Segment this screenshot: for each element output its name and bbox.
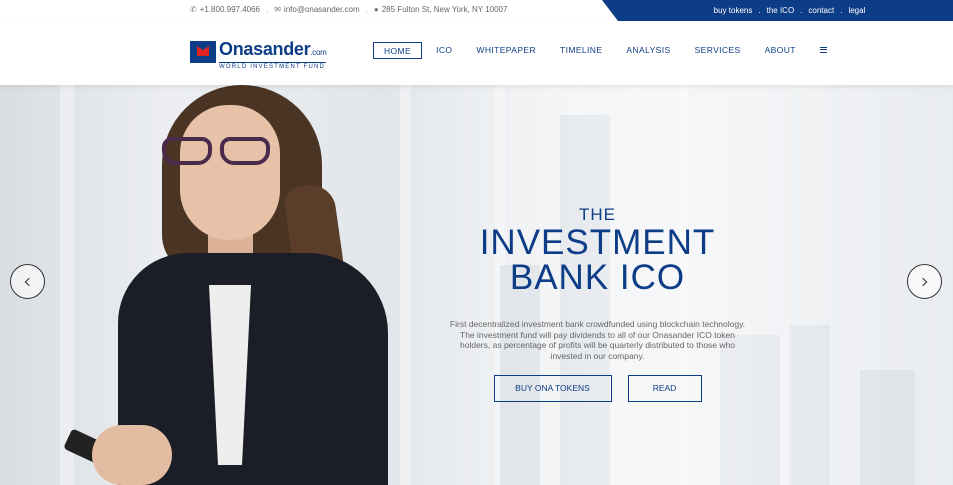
- nav-item-whitepaper[interactable]: WHITEPAPER: [476, 42, 536, 59]
- top-link-buy-tokens[interactable]: buy tokens: [714, 6, 753, 15]
- hero-buttons: BUY ONA TOKENS READ: [440, 375, 755, 402]
- map-marker-icon: ●: [373, 5, 379, 14]
- hamburger-menu-icon: [819, 47, 827, 53]
- hero-content: THE INVESTMENT BANK ICO First decentrali…: [440, 205, 755, 402]
- read-button[interactable]: READ: [627, 375, 702, 402]
- contact-email[interactable]: info@onasander.com: [284, 5, 360, 14]
- nav-item-ico[interactable]: ICO: [436, 42, 452, 59]
- separator-dot: .: [365, 5, 368, 14]
- glasses: [162, 137, 280, 167]
- logo-name: Onasander.com: [219, 39, 327, 61]
- separator-dot: .: [840, 6, 843, 15]
- nav-item-timeline[interactable]: TIMELINE: [560, 42, 602, 59]
- main-nav: HOME ICO WHITEPAPER TIMELINE ANALYSIS SE…: [373, 42, 851, 59]
- hero-description: First decentralized investment bank crow…: [449, 319, 746, 361]
- separator-dot: .: [265, 5, 269, 14]
- hero-title-line2: BANK ICO: [509, 258, 686, 297]
- logo-mark-icon: [190, 41, 216, 63]
- contact-phone[interactable]: +1.800.997.4066: [200, 5, 260, 14]
- top-link-contact[interactable]: contact: [808, 6, 834, 15]
- nav-item-analysis[interactable]: ANALYSIS: [626, 42, 670, 59]
- contact-address: 285 Fulton St, New York, NY 10007: [381, 5, 508, 14]
- hero-woman-image: [40, 85, 400, 485]
- nav-item-services[interactable]: SERVICES: [695, 42, 741, 59]
- nav-item-home[interactable]: HOME: [373, 42, 423, 59]
- phone-icon: ✆: [190, 5, 197, 14]
- nav-item-about[interactable]: ABOUT: [765, 42, 796, 59]
- chevron-left-icon: [24, 277, 34, 286]
- hero-title-line1: INVESTMENT: [479, 223, 716, 262]
- logo-suffix: .com: [310, 48, 327, 57]
- separator-dot: .: [758, 6, 761, 15]
- site-logo[interactable]: Onasander.com WORLD INVESTMENT FUND: [190, 39, 327, 70]
- nav-menu-toggle[interactable]: [819, 42, 827, 59]
- slider-prev-button[interactable]: [10, 264, 45, 299]
- main-header: Onasander.com WORLD INVESTMENT FUND HOME…: [0, 21, 953, 85]
- envelope-icon: ✉: [274, 5, 281, 14]
- chevron-right-icon: [918, 277, 928, 286]
- top-links-bar: buy tokens . the ICO . contact . legal: [602, 0, 953, 21]
- top-link-legal[interactable]: legal: [848, 6, 865, 15]
- top-link-the-ico[interactable]: the ICO: [767, 6, 795, 15]
- hero-slider: THE INVESTMENT BANK ICO First decentrali…: [0, 85, 953, 485]
- contact-info: ✆ +1.800.997.4066 . ✉ info@onasander.com…: [190, 5, 507, 14]
- buy-tokens-button[interactable]: BUY ONA TOKENS: [493, 375, 612, 402]
- hero-pre-title: THE: [579, 205, 616, 224]
- separator-dot: .: [800, 6, 803, 15]
- logo-name-text: Onasander: [219, 39, 311, 59]
- logo-tagline: WORLD INVESTMENT FUND: [219, 62, 327, 70]
- logo-text: Onasander.com WORLD INVESTMENT FUND: [219, 39, 327, 70]
- top-contact-bar: ✆ +1.800.997.4066 . ✉ info@onasander.com…: [0, 0, 953, 21]
- slider-next-button[interactable]: [907, 264, 942, 299]
